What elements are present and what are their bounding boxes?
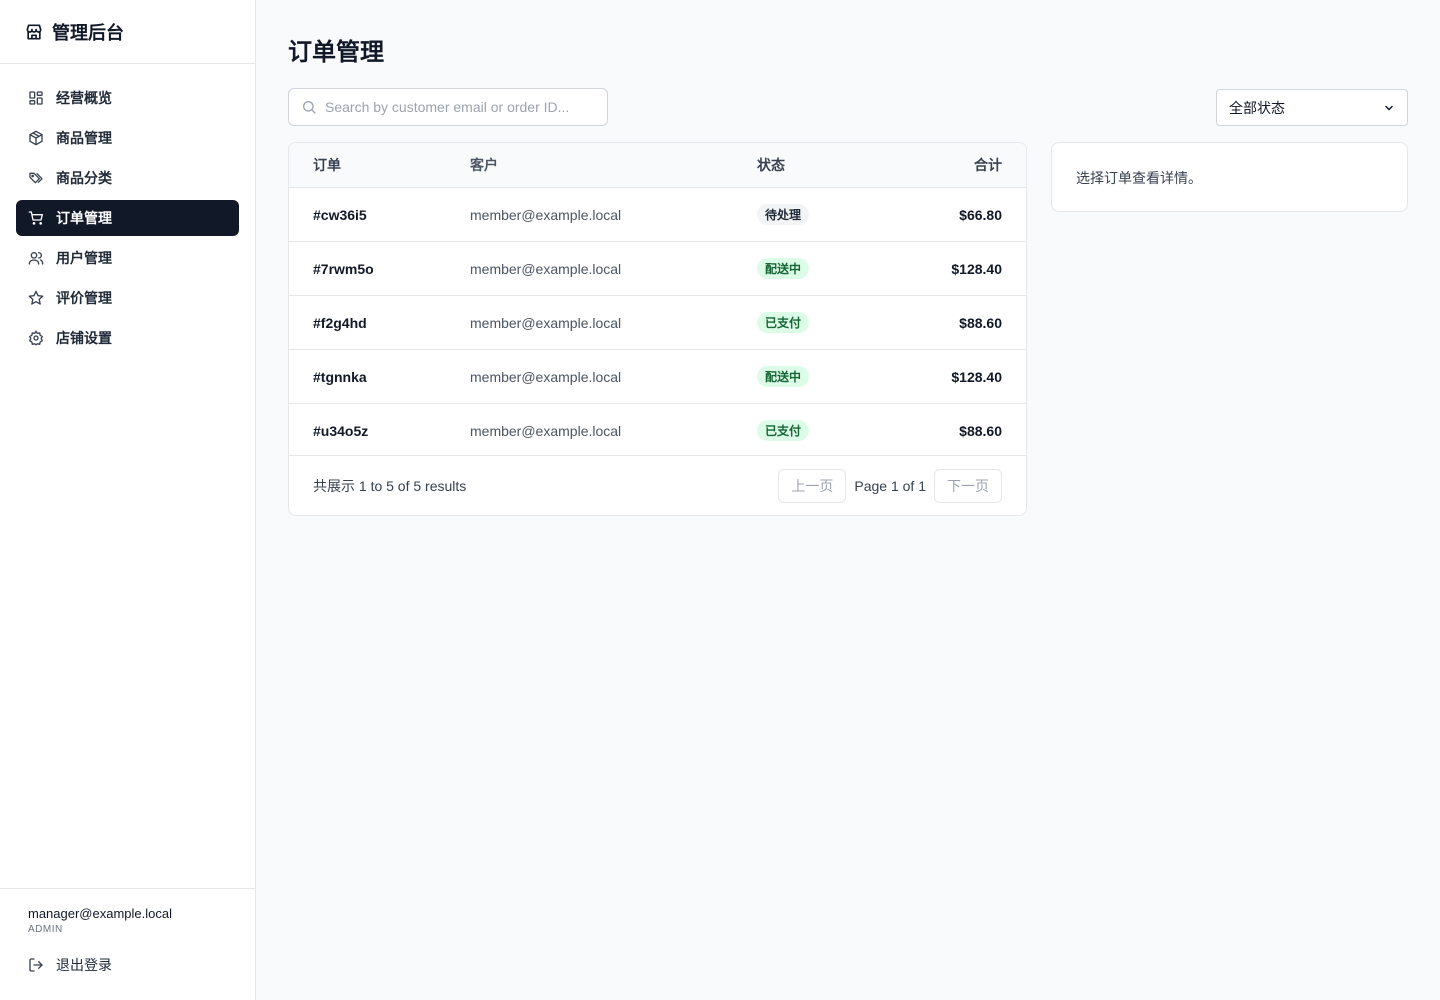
order-customer: member@example.local <box>470 260 622 277</box>
status-filter-value: 全部状态 <box>1229 99 1285 116</box>
status-filter-select[interactable]: 全部状态 <box>1216 89 1408 126</box>
tags-icon <box>28 170 44 186</box>
column-header-customer[interactable]: 客户 <box>470 155 757 175</box>
grid-icon <box>28 90 44 106</box>
sidebar-footer: manager@example.local ADMIN 退出登录 <box>0 888 255 1000</box>
box-icon <box>28 130 44 146</box>
status-badge: 配送中 <box>757 366 810 387</box>
sidebar-nav: 经营概览 商品管理 商品分类 订单管理 用户管理 评价管理 店铺设置 <box>0 64 255 356</box>
sidebar-item-users[interactable]: 用户管理 <box>16 240 239 276</box>
order-customer: member@example.local <box>470 422 622 439</box>
sidebar-item-label: 用户管理 <box>56 250 112 266</box>
prev-page-button[interactable]: 上一页 <box>778 468 847 503</box>
search-icon <box>301 99 317 115</box>
app-title: 管理后台 <box>52 22 124 43</box>
sidebar-item-label: 订单管理 <box>56 210 112 226</box>
cart-icon <box>28 210 44 226</box>
logout-icon <box>28 957 44 973</box>
order-total: $128.40 <box>951 260 1002 277</box>
table-row[interactable]: #u34o5z member@example.local 已支付 $88.60 <box>289 403 1026 457</box>
order-total: $88.60 <box>959 314 1002 331</box>
logout-label: 退出登录 <box>56 957 112 973</box>
store-icon <box>24 22 44 42</box>
order-status-cell: 已支付 <box>757 312 877 333</box>
table-row[interactable]: #tgnnka member@example.local 配送中 $128.40 <box>289 349 1026 403</box>
user-email: manager@example.local <box>28 906 172 921</box>
table-row[interactable]: #f2g4hd member@example.local 已支付 $88.60 <box>289 295 1026 349</box>
order-id: #u34o5z <box>313 422 369 439</box>
order-id: #7rwm5o <box>313 260 374 277</box>
sidebar-item-label: 评价管理 <box>56 290 112 306</box>
sidebar-item-reviews[interactable]: 评价管理 <box>16 280 239 316</box>
column-header-order[interactable]: 订单 <box>289 155 470 175</box>
status-badge: 配送中 <box>757 258 810 279</box>
main-content: 订单管理 全部状态 订单 客户 状态 合计 #cw36i5 member@exa… <box>256 0 1440 1000</box>
page-title: 订单管理 <box>288 39 384 66</box>
order-customer: member@example.local <box>470 206 622 223</box>
table-header: 订单 客户 状态 合计 <box>289 143 1026 187</box>
table-footer: 共展示 1 to 5 of 5 results 上一页 Page 1 of 1 … <box>289 455 1026 515</box>
order-id: #f2g4hd <box>313 314 367 331</box>
sidebar-item-settings[interactable]: 店铺设置 <box>16 320 239 356</box>
status-badge: 已支付 <box>757 420 810 441</box>
page-info: Page 1 of 1 <box>854 477 926 494</box>
sidebar-item-label: 商品管理 <box>56 130 112 146</box>
sidebar-item-label: 商品分类 <box>56 170 112 186</box>
order-total: $128.40 <box>951 368 1002 385</box>
star-icon <box>28 290 44 306</box>
results-summary: 共展示 1 to 5 of 5 results <box>313 477 467 494</box>
user-role: ADMIN <box>28 924 63 935</box>
gear-icon <box>28 330 44 346</box>
detail-empty-text: 选择订单查看详情。 <box>1076 170 1202 186</box>
next-page-button[interactable]: 下一页 <box>934 468 1002 503</box>
table-row[interactable]: #7rwm5o member@example.local 配送中 $128.40 <box>289 241 1026 295</box>
order-customer: member@example.local <box>470 368 622 385</box>
order-status-cell: 配送中 <box>757 258 877 279</box>
sidebar-item-label: 店铺设置 <box>56 330 112 346</box>
table-row[interactable]: #cw36i5 member@example.local 待处理 $66.80 <box>289 187 1026 241</box>
sidebar: 管理后台 经营概览 商品管理 商品分类 订单管理 用户管理 评价管理 店铺设置 … <box>0 0 256 1000</box>
search-box[interactable] <box>288 88 608 126</box>
order-status-cell: 待处理 <box>757 204 877 225</box>
order-total: $88.60 <box>959 422 1002 439</box>
order-total: $66.80 <box>959 206 1002 223</box>
order-customer: member@example.local <box>470 314 622 331</box>
order-detail-panel: 选择订单查看详情。 <box>1051 142 1408 212</box>
pagination: 上一页 Page 1 of 1 下一页 <box>778 468 1002 503</box>
status-badge: 待处理 <box>757 204 810 225</box>
sidebar-item-categories[interactable]: 商品分类 <box>16 160 239 196</box>
chevron-down-icon <box>1383 102 1395 114</box>
logout-button[interactable]: 退出登录 <box>28 955 227 975</box>
order-status-cell: 已支付 <box>757 420 877 441</box>
sidebar-item-label: 经营概览 <box>56 90 112 106</box>
brand: 管理后台 <box>0 0 255 64</box>
column-header-status[interactable]: 状态 <box>757 155 877 175</box>
column-header-total[interactable]: 合计 <box>877 155 1026 175</box>
order-status-cell: 配送中 <box>757 366 877 387</box>
search-input[interactable] <box>325 99 585 115</box>
order-id: #cw36i5 <box>313 206 367 223</box>
order-id: #tgnnka <box>313 368 367 385</box>
sidebar-item-orders[interactable]: 订单管理 <box>16 200 239 236</box>
sidebar-item-overview[interactable]: 经营概览 <box>16 80 239 116</box>
status-badge: 已支付 <box>757 312 810 333</box>
sidebar-item-products[interactable]: 商品管理 <box>16 120 239 156</box>
users-icon <box>28 250 44 266</box>
orders-table: 订单 客户 状态 合计 #cw36i5 member@example.local… <box>288 142 1027 516</box>
